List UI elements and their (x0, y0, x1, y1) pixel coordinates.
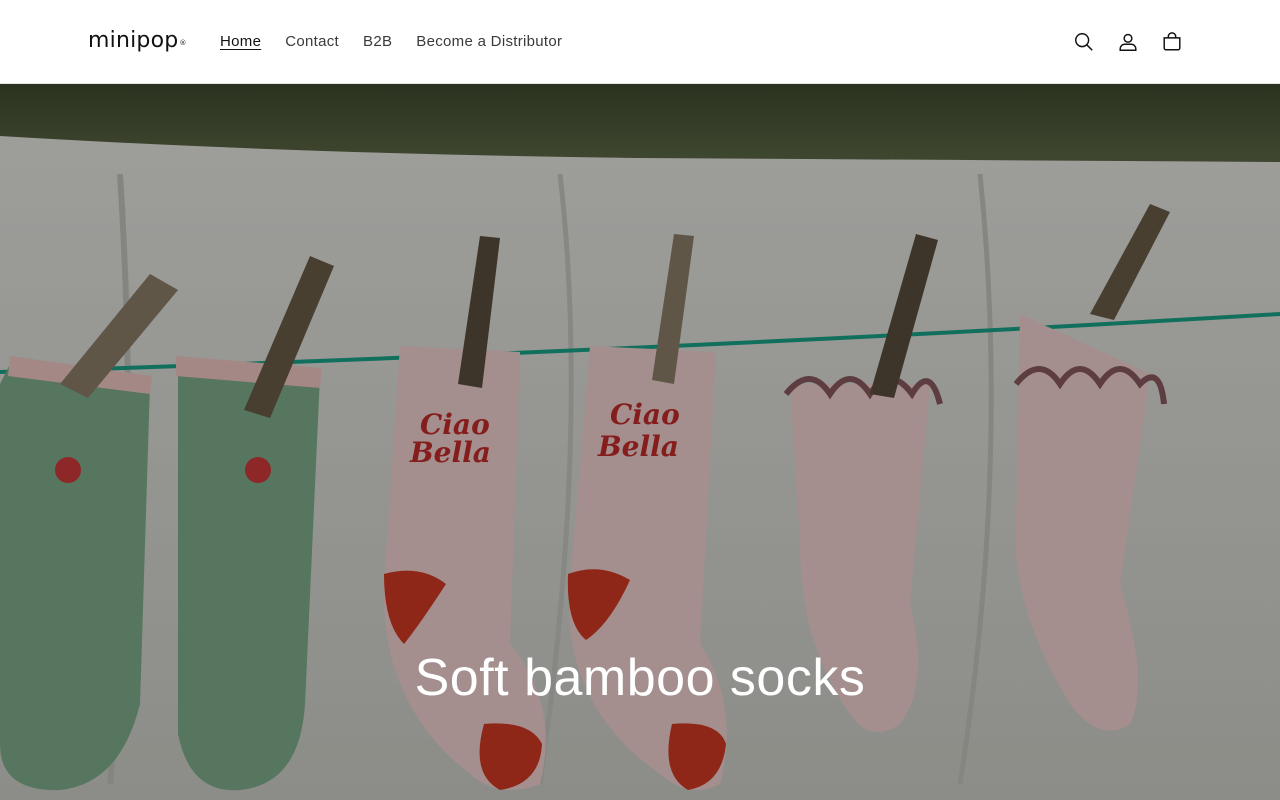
hero-banner: Ciao Bella Ciao Bella Soft bamboo socks (0, 84, 1280, 800)
logo-text: minipop (88, 28, 179, 53)
account-icon (1119, 33, 1137, 51)
nav-b2b[interactable]: B2B (351, 30, 404, 54)
hero-title: Soft bamboo socks (414, 649, 866, 707)
main-nav: Home Contact B2B Become a Distributor (208, 30, 574, 54)
search-icon (1075, 33, 1093, 51)
logo-registered-mark: ® (179, 39, 187, 47)
search-button[interactable] (1062, 20, 1106, 64)
cart-icon (1163, 32, 1181, 51)
nav-contact[interactable]: Contact (273, 30, 351, 54)
account-button[interactable] (1106, 20, 1150, 64)
nav-become-distributor[interactable]: Become a Distributor (404, 30, 574, 54)
header-icons (1062, 20, 1194, 64)
logo[interactable]: minipop® (88, 27, 187, 57)
nav-home[interactable]: Home (208, 30, 273, 54)
site-header: minipop® Home Contact B2B Become a Distr… (0, 0, 1280, 84)
cart-button[interactable] (1150, 20, 1194, 64)
